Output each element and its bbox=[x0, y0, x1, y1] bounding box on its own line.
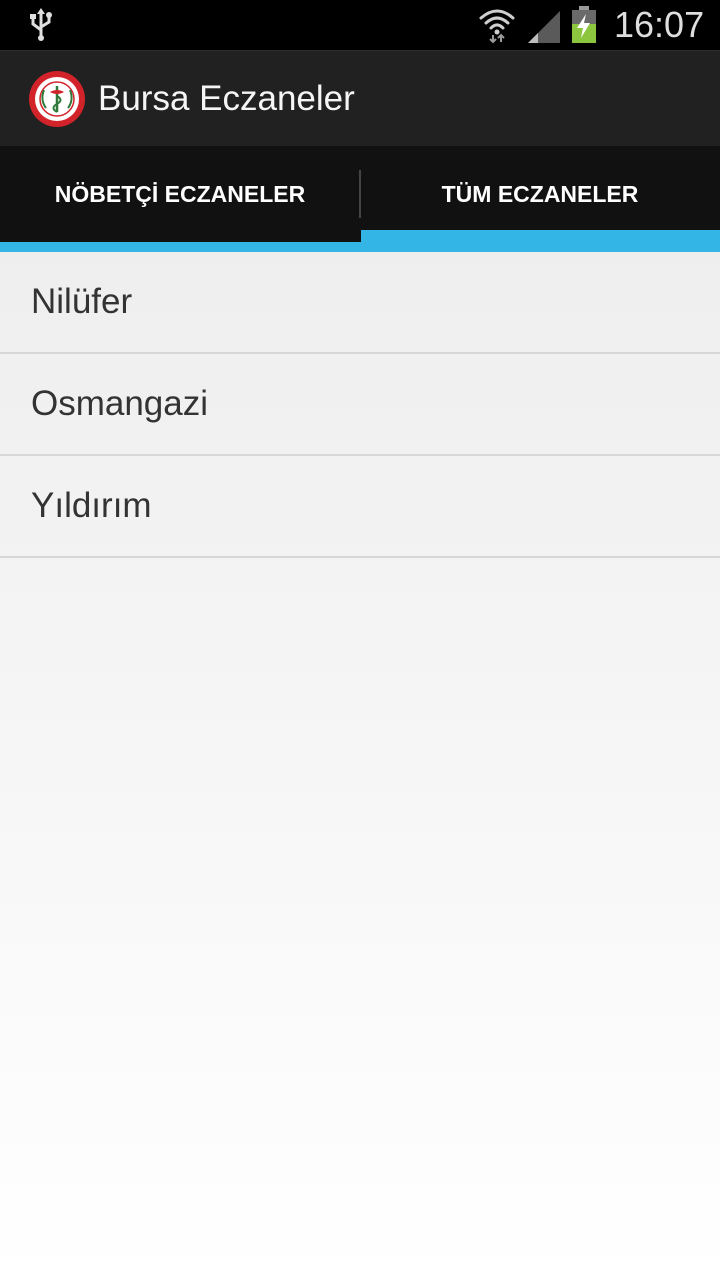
tab-bar: NÖBETÇİ ECZANELER TÜM ECZANELER bbox=[0, 146, 720, 252]
status-clock: 16:07 bbox=[614, 4, 705, 45]
signal-icon bbox=[528, 11, 560, 43]
wifi-icon bbox=[479, 9, 515, 44]
tab-nobetci-eczaneler[interactable]: NÖBETÇİ ECZANELER bbox=[0, 146, 360, 242]
tab-bar-underline bbox=[0, 242, 720, 252]
selected-tab-indicator bbox=[361, 230, 720, 242]
action-bar: Bursa Eczaneler bbox=[0, 50, 720, 146]
app-logo[interactable] bbox=[28, 70, 86, 128]
list-item-nilufer[interactable]: Nilüfer bbox=[0, 252, 720, 354]
tab-tum-eczaneler[interactable]: TÜM ECZANELER bbox=[360, 146, 720, 242]
status-bar: 16:07 bbox=[0, 0, 720, 50]
usb-icon bbox=[30, 8, 52, 41]
list-item-yildirim[interactable]: Yıldırım bbox=[0, 456, 720, 558]
district-list: Nilüfer Osmangazi Yıldırım bbox=[0, 252, 720, 558]
app-title: Bursa Eczaneler bbox=[98, 79, 355, 118]
battery-charging-icon bbox=[572, 6, 596, 43]
list-item-osmangazi[interactable]: Osmangazi bbox=[0, 354, 720, 456]
